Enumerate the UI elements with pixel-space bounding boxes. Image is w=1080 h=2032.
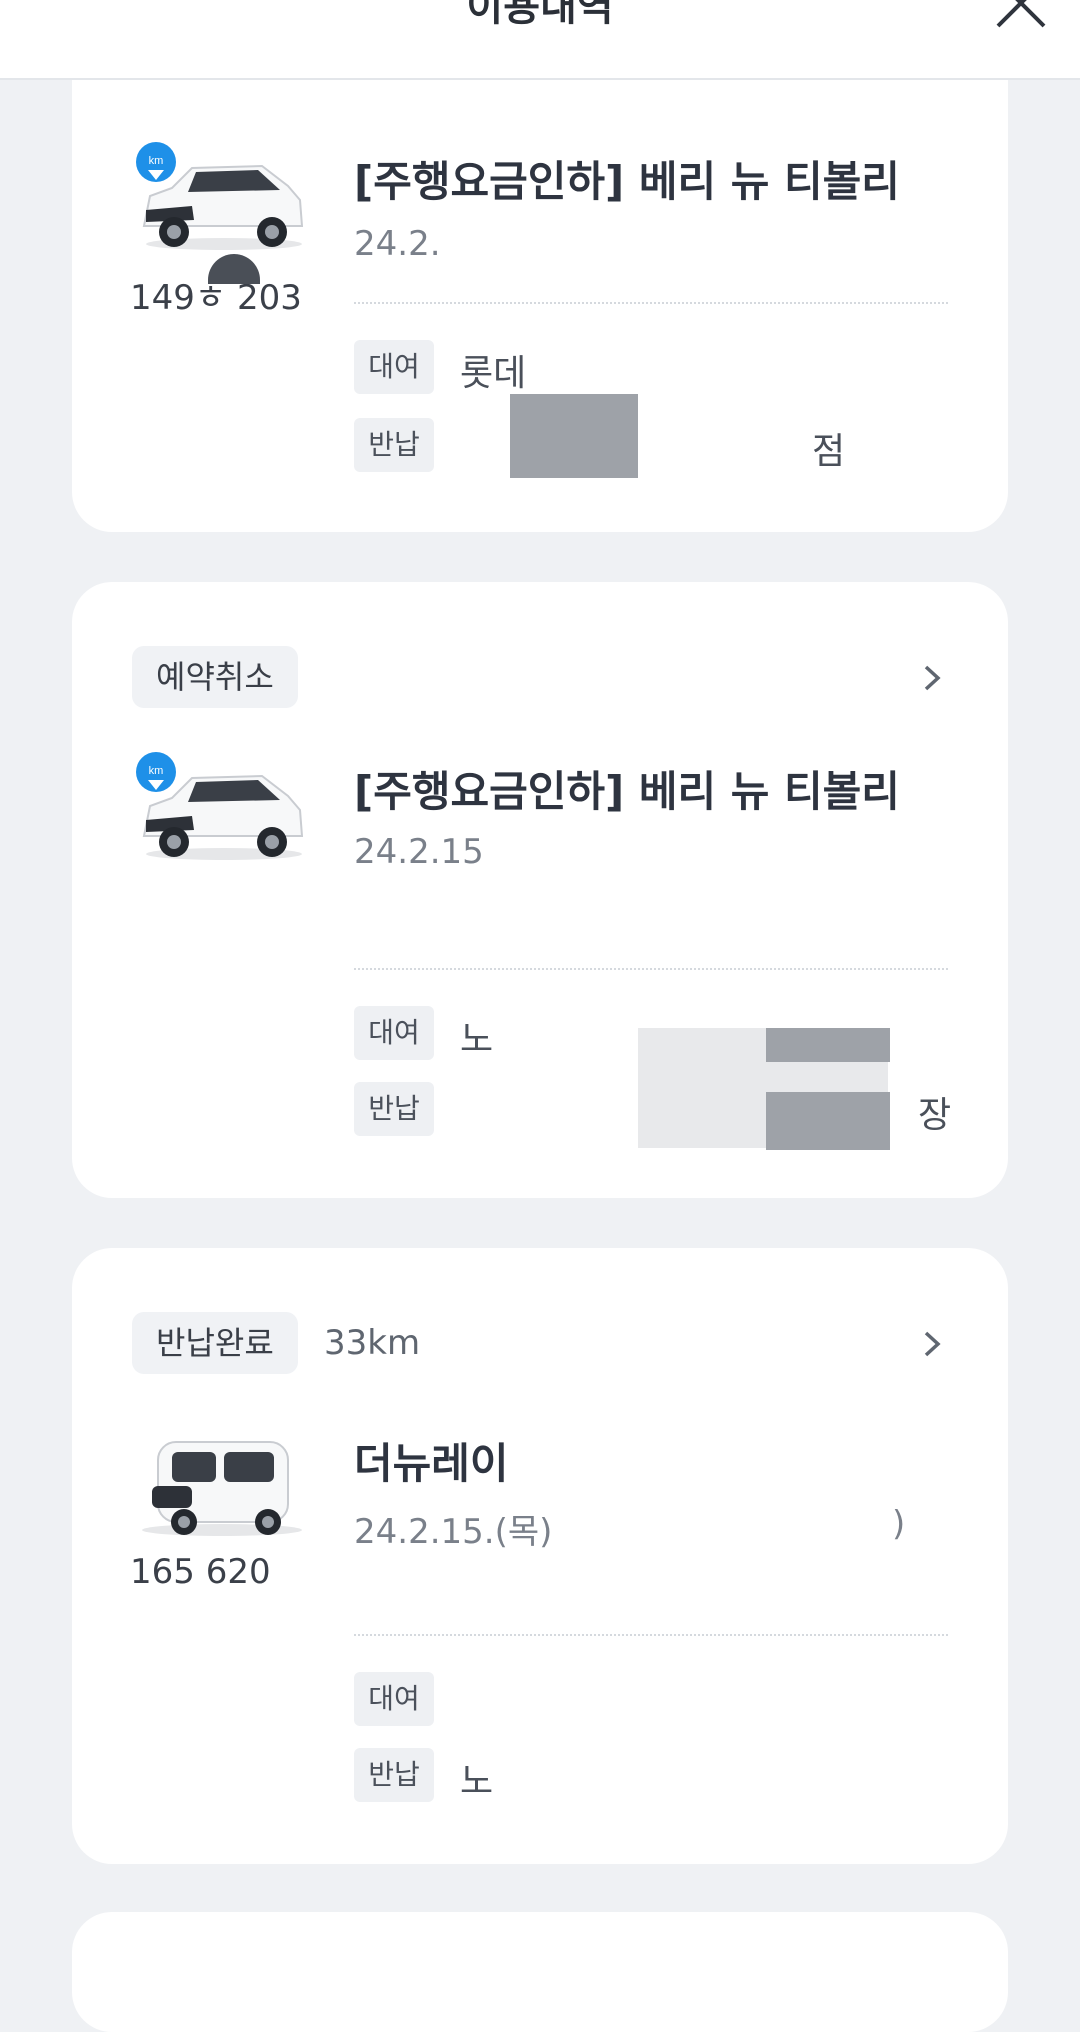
redaction	[766, 1092, 890, 1150]
rental-location: 노	[460, 1019, 494, 1060]
rental-period: 24.2.15	[354, 832, 484, 872]
rental-location: 롯데	[460, 353, 527, 394]
rental-period: 24.2.	[354, 224, 441, 264]
page-title: 이용내역	[466, 0, 614, 30]
close-icon[interactable]	[986, 0, 1056, 28]
return-tag: 반납	[354, 1748, 434, 1802]
car-image: km	[136, 142, 304, 250]
status-badge: 반납완료	[132, 1312, 298, 1374]
car-image	[142, 1441, 302, 1536]
history-card[interactable]: 예약취소 km [주행요금인하] 베리 뉴 티볼리 24.2.15 대여 노 반…	[72, 582, 1008, 1198]
chevron-right-icon[interactable]	[920, 664, 944, 692]
return-location: 노	[460, 1761, 494, 1802]
rental-tag: 대여	[354, 1006, 434, 1060]
chevron-right-icon[interactable]	[920, 1330, 944, 1358]
plate-number: 165 620	[130, 1552, 271, 1592]
car-image: km	[136, 752, 304, 860]
rental-period: 24.2.15.(목)	[354, 1512, 553, 1552]
rental-period-end: )	[892, 1504, 906, 1544]
return-tag: 반납	[354, 418, 434, 472]
distance-label: 33km	[324, 1323, 421, 1363]
redaction	[766, 1028, 890, 1062]
history-card[interactable]: km 149ㅎ 203 [주행요금인하] 베리 뉴 티볼리 24.2. 대여 롯…	[72, 30, 1008, 532]
svg-text:km: km	[149, 155, 164, 167]
return-location: 장	[918, 1095, 952, 1136]
car-name: 더뉴레이	[354, 1439, 509, 1488]
car-name: [주행요금인하] 베리 뉴 티볼리	[354, 767, 900, 816]
divider	[354, 968, 948, 970]
return-tag: 반납	[354, 1082, 434, 1136]
divider	[354, 302, 948, 304]
history-card[interactable]	[72, 1912, 1008, 2032]
history-card[interactable]: 반납완료 33km 165 620 더뉴레이 24.2.15.(목) ) 대여 …	[72, 1248, 1008, 1864]
redaction	[510, 394, 638, 408]
rental-tag: 대여	[354, 340, 434, 394]
car-name: [주행요금인하] 베리 뉴 티볼리	[354, 157, 900, 206]
status-badge: 예약취소	[132, 646, 298, 708]
svg-text:km: km	[149, 765, 164, 777]
divider	[354, 1634, 948, 1636]
app-header: 이용내역	[0, 0, 1080, 80]
rental-tag: 대여	[354, 1672, 434, 1726]
return-location: 점	[812, 431, 846, 472]
